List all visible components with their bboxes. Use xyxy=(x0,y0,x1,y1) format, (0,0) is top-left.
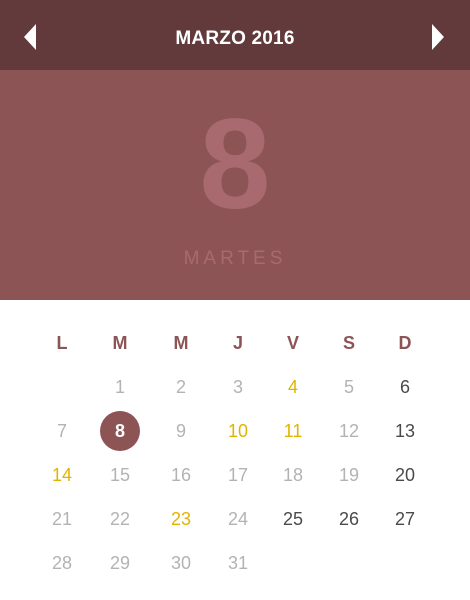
weekday-header-tue: M xyxy=(112,333,128,353)
day-cell[interactable]: 20 xyxy=(383,453,427,497)
day-cell[interactable]: 10 xyxy=(216,409,260,453)
weekday-header-wed: M xyxy=(173,333,189,353)
day-cell[interactable]: 23 xyxy=(159,497,203,541)
calendar-widget: MARZO 2016 8 MARTES L M M J V S D 1 2 3 … xyxy=(0,0,470,600)
day-cell[interactable]: 4 xyxy=(271,365,315,409)
day-cell[interactable]: 9 xyxy=(159,409,203,453)
day-cell[interactable]: 27 xyxy=(383,497,427,541)
day-cell[interactable]: 28 xyxy=(40,541,84,585)
month-title: MARZO 2016 xyxy=(175,28,295,49)
weekday-header-thu: J xyxy=(232,333,243,353)
day-cell[interactable]: 13 xyxy=(383,409,427,453)
selected-weekday: MARTES xyxy=(183,248,287,269)
selected-day-number: 8 xyxy=(199,93,271,236)
days-grid: L M M J V S D 1 2 3 4 5 6 7 8 9 10 11 12… xyxy=(0,300,470,600)
day-cell[interactable]: 17 xyxy=(216,453,260,497)
day-cell[interactable]: 19 xyxy=(327,453,371,497)
day-cell[interactable]: 24 xyxy=(216,497,260,541)
day-cell[interactable]: 7 xyxy=(40,409,84,453)
day-cell[interactable]: 25 xyxy=(271,497,315,541)
weekday-header-fri: V xyxy=(286,333,299,353)
day-cell[interactable]: 22 xyxy=(98,497,142,541)
day-cell[interactable]: 2 xyxy=(159,365,203,409)
weekday-header-sun: D xyxy=(398,333,412,353)
day-cell[interactable]: 16 xyxy=(159,453,203,497)
day-cell[interactable]: 5 xyxy=(327,365,371,409)
day-cell[interactable]: 29 xyxy=(98,541,142,585)
day-cell[interactable]: 15 xyxy=(98,453,142,497)
day-cell[interactable]: 14 xyxy=(40,453,84,497)
weekday-header-sat: S xyxy=(342,333,355,353)
day-cell[interactable]: 6 xyxy=(383,365,427,409)
day-cell[interactable]: 30 xyxy=(159,541,203,585)
day-cell[interactable]: 11 xyxy=(271,409,315,453)
day-cell-selected[interactable]: 8 xyxy=(100,411,140,451)
day-cell[interactable]: 26 xyxy=(327,497,371,541)
chevron-right-icon xyxy=(432,24,444,50)
day-cell[interactable]: 12 xyxy=(327,409,371,453)
selected-date-panel: 8 MARTES xyxy=(0,70,470,300)
day-cell[interactable]: 31 xyxy=(216,541,260,585)
month-header: MARZO 2016 xyxy=(0,0,470,70)
next-month-button[interactable] xyxy=(428,22,450,52)
day-cell[interactable]: 21 xyxy=(40,497,84,541)
day-cell[interactable]: 18 xyxy=(271,453,315,497)
day-cell[interactable]: 1 xyxy=(98,365,142,409)
weekday-header-mon: L xyxy=(56,333,68,353)
day-cell[interactable]: 3 xyxy=(216,365,260,409)
